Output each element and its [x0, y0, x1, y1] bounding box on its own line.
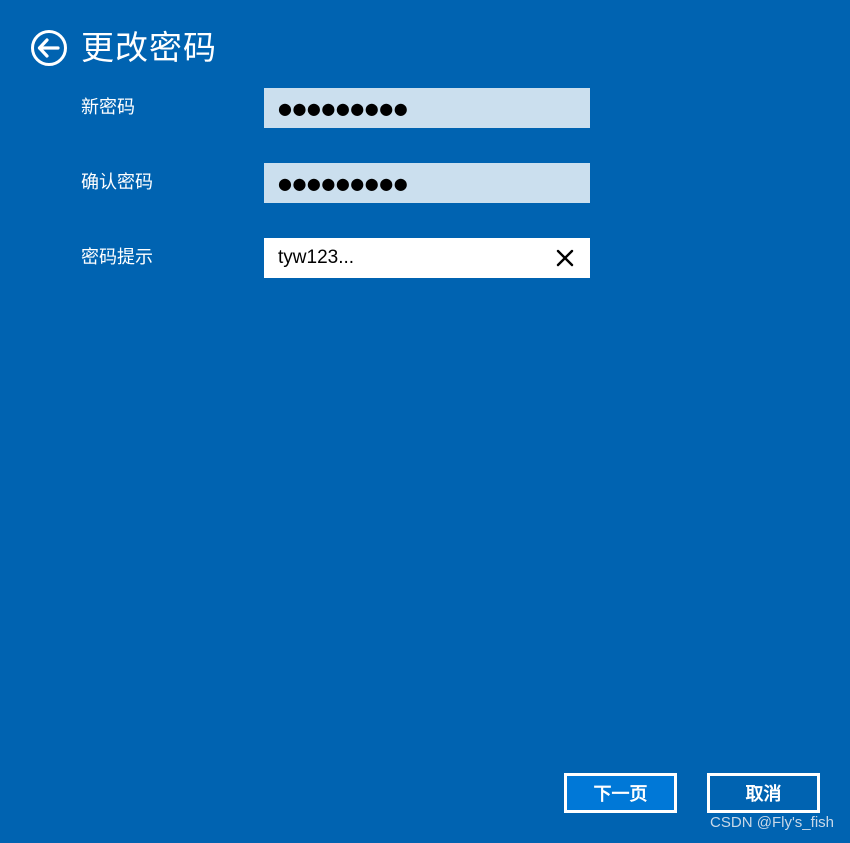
new-password-row: 新密码 ●●●●●●●●●	[0, 88, 850, 128]
new-password-value: ●●●●●●●●●	[278, 98, 409, 118]
password-hint-value: tyw123...	[278, 247, 355, 268]
arrow-left-circle-icon	[31, 30, 67, 66]
cancel-button[interactable]: 取消	[707, 773, 820, 813]
confirm-password-row: 确认密码 ●●●●●●●●●	[0, 163, 850, 203]
back-button[interactable]	[30, 29, 68, 67]
password-hint-label: 密码提示	[81, 247, 153, 268]
new-password-field[interactable]: ●●●●●●●●●	[264, 88, 590, 128]
page-title: 更改密码	[81, 28, 217, 67]
confirm-password-label: 确认密码	[81, 172, 153, 193]
password-hint-field[interactable]: tyw123...	[264, 238, 590, 278]
new-password-label: 新密码	[81, 97, 135, 118]
next-page-button[interactable]: 下一页	[564, 773, 677, 813]
confirm-password-value: ●●●●●●●●●	[278, 173, 409, 193]
clear-hint-button[interactable]	[554, 247, 576, 269]
header: 更改密码	[30, 26, 217, 70]
watermark-text: CSDN @Fly's_fish	[710, 814, 834, 831]
close-icon	[556, 249, 574, 267]
password-hint-row: 密码提示 tyw123...	[0, 238, 850, 278]
confirm-password-field[interactable]: ●●●●●●●●●	[264, 163, 590, 203]
